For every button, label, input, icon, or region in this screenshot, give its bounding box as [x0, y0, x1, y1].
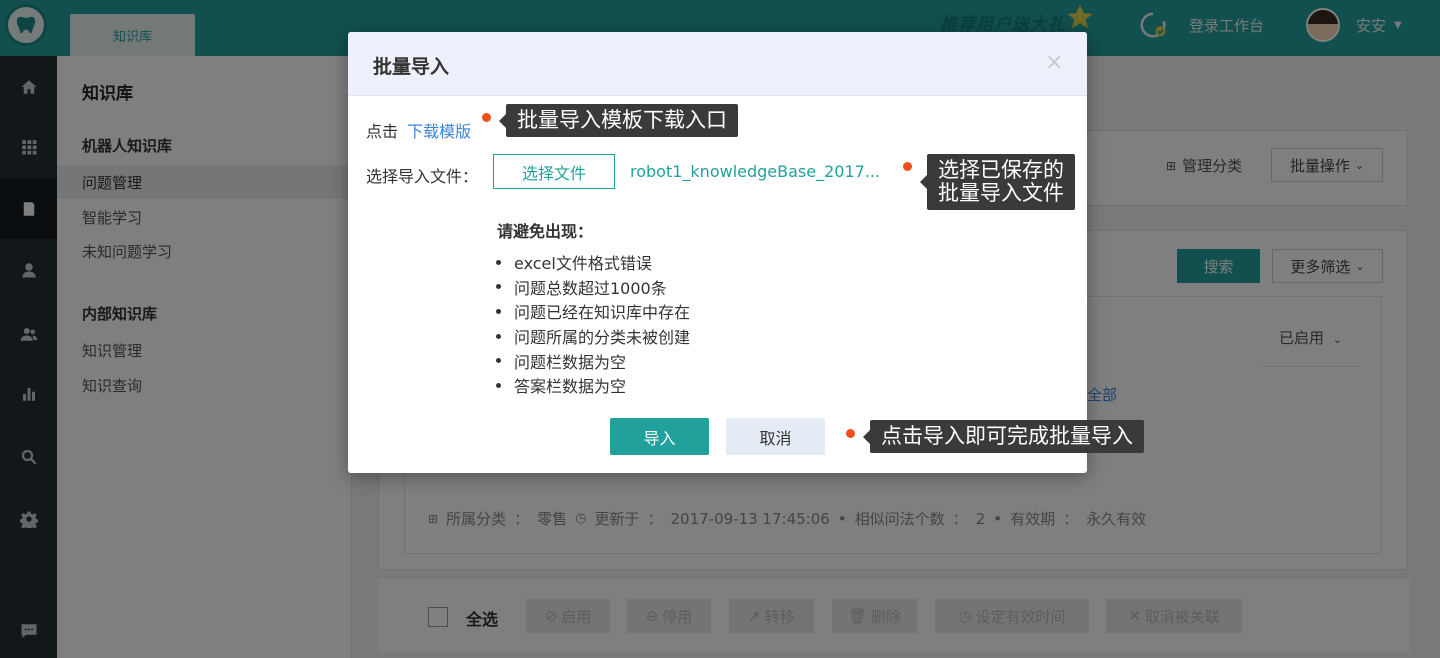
batch-import-dialog: 批量导入 × 点击 下载模版 选择导入文件： 选择文件 robot1_knowl…: [348, 32, 1087, 473]
cancel-button[interactable]: 取消: [726, 418, 825, 455]
annotation-file: 选择已保存的 批量导入文件: [920, 154, 1075, 210]
dialog-header: 批量导入 ×: [348, 32, 1087, 96]
rules-list: excel文件格式错误 问题总数超过1000条 问题已经在知识库中存在 问题所属…: [496, 250, 690, 398]
download-row: 点击 下载模版: [366, 118, 471, 142]
click-prefix: 点击: [366, 122, 399, 141]
selected-file-name: robot1_knowledgeBase_2017...: [630, 162, 881, 181]
choose-file-button[interactable]: 选择文件: [493, 154, 615, 189]
list-item: 问题总数超过1000条: [496, 275, 690, 300]
list-item: 答案栏数据为空: [496, 373, 690, 398]
annotation-download: 批量导入模板下载入口: [499, 104, 738, 137]
annotation-import: 点击导入即可完成批量导入: [863, 420, 1144, 453]
download-template-link[interactable]: 下载模版: [407, 122, 471, 141]
annotation-file-line2: 批量导入文件: [938, 181, 1064, 205]
list-item: 问题栏数据为空: [496, 348, 690, 373]
close-icon[interactable]: ×: [1045, 50, 1063, 75]
annotation-dot: [482, 113, 491, 122]
list-item: 问题所属的分类未被创建: [496, 324, 690, 349]
annotation-dot: [903, 162, 912, 171]
annotation-dot: [846, 429, 855, 438]
annotation-file-line1: 选择已保存的: [938, 158, 1064, 182]
import-button[interactable]: 导入: [610, 418, 709, 455]
list-item: excel文件格式错误: [496, 250, 690, 275]
dialog-title: 批量导入: [373, 56, 450, 78]
list-item: 问题已经在知识库中存在: [496, 299, 690, 324]
file-label: 选择导入文件：: [366, 167, 479, 186]
avoid-title: 请避免出现：: [497, 222, 594, 241]
